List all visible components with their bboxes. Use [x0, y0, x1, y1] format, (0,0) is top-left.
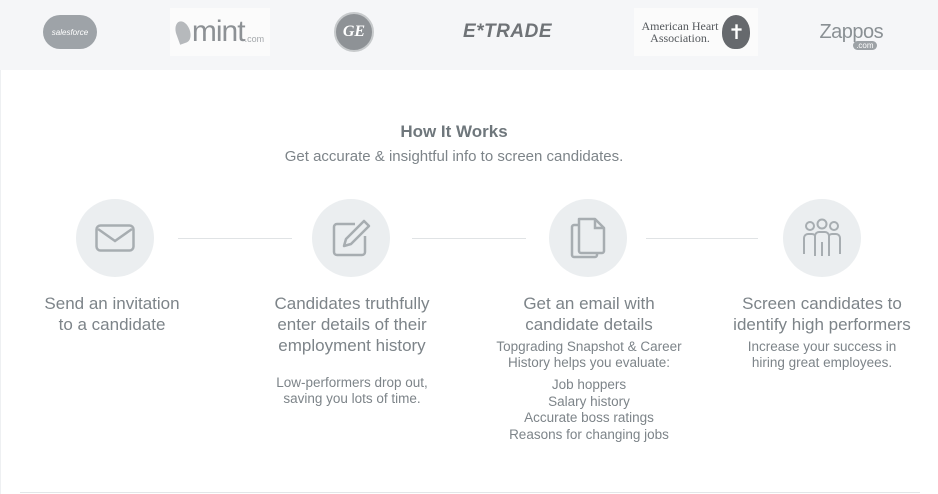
step-1-title-line-2: to a candidate — [58, 315, 166, 334]
step-3-title: Get an email with candidate details — [484, 293, 694, 335]
ge-logo: GE — [333, 8, 375, 56]
step-2-desc-line-2: saving you lots of time. — [283, 391, 421, 406]
people-icon — [803, 218, 841, 256]
step-2-desc-line-1: Low-performers drop out, — [276, 375, 428, 390]
mint-wordmark: mint — [191, 15, 246, 48]
documents-icon — [570, 217, 606, 259]
step-3-title-line-1: Get an email with — [523, 294, 655, 313]
step-3-title-line-2: candidate details — [525, 315, 653, 334]
section-divider — [20, 492, 920, 493]
zappos-logo: Zappos .com — [808, 8, 888, 56]
leaf-icon — [172, 19, 194, 45]
list-item: Salary history — [548, 393, 630, 409]
zappos-suffix: .com — [853, 40, 877, 50]
step-3: Get an email with candidate details Topg… — [484, 293, 694, 443]
american-heart-association-logo: American Heart Association. ✝ — [634, 8, 758, 56]
step-connector — [178, 238, 292, 239]
step-4: Screen candidates to identify high perfo… — [717, 293, 927, 371]
aha-wordmark: American Heart Association. — [642, 20, 719, 44]
step-1-icon-circle — [76, 199, 154, 277]
step-1-title: Send an invitation to a candidate — [22, 293, 202, 335]
client-logo-bar: salesforce mint .com GE E*TRADE American… — [0, 0, 938, 70]
ge-monogram: GE — [334, 12, 374, 52]
salesforce-cloud: salesforce — [43, 15, 97, 49]
step-3-desc-line-2: History helps you evaluate: — [507, 355, 671, 370]
list-item: Accurate boss ratings — [524, 410, 654, 425]
step-4-desc-line-1: Increase your success in — [747, 339, 897, 354]
list-item: Job hoppers — [551, 377, 627, 392]
step-4-icon-circle — [783, 199, 861, 277]
step-2-description: Low-performers drop out, saving you lots… — [252, 375, 452, 407]
mint-suffix: .com — [244, 34, 265, 44]
aha-line-2: Association. — [650, 31, 710, 45]
etrade-logo: E*TRADE — [450, 8, 565, 56]
step-2-title-line-3: employment history — [278, 336, 426, 355]
edit-icon — [332, 219, 371, 257]
step-1: Send an invitation to a candidate — [22, 293, 202, 335]
mint-logo: mint .com — [170, 8, 270, 56]
heart-torch-icon: ✝ — [722, 15, 751, 49]
envelope-icon — [95, 224, 135, 252]
step-4-description: Increase your success in hiring great em… — [717, 339, 927, 371]
section-title: How It Works — [400, 122, 508, 141]
salesforce-logo: salesforce — [40, 8, 100, 56]
step-1-title-line-1: Send an invitation — [44, 294, 180, 313]
step-2-title-line-2: enter details of their — [277, 315, 427, 334]
step-3-icon-circle — [549, 199, 627, 277]
step-2-icon-circle — [312, 199, 390, 277]
step-4-desc-line-2: hiring great employees. — [751, 355, 893, 370]
section-subtitle: Get accurate & insightful info to screen… — [284, 148, 624, 165]
list-item: Reasons for changing jobs — [509, 426, 669, 442]
step-3-evaluation-list: Job hoppers Salary history Accurate boss… — [484, 377, 694, 443]
step-2-title: Candidates truthfully enter details of t… — [252, 293, 452, 356]
step-4-title-line-2: identify high performers — [733, 315, 911, 334]
step-2: Candidates truthfully enter details of t… — [252, 293, 452, 407]
step-4-title-line-1: Screen candidates to — [742, 294, 902, 313]
step-4-title: Screen candidates to identify high perfo… — [717, 293, 927, 335]
step-2-title-line-1: Candidates truthfully — [274, 294, 430, 313]
etrade-wordmark: E*TRADE — [462, 21, 552, 42]
step-3-description: Topgrading Snapshot & Career History hel… — [484, 339, 694, 371]
step-connector — [412, 238, 526, 239]
step-3-desc-line-1: Topgrading Snapshot & Career — [496, 339, 682, 354]
step-connector — [646, 238, 758, 239]
